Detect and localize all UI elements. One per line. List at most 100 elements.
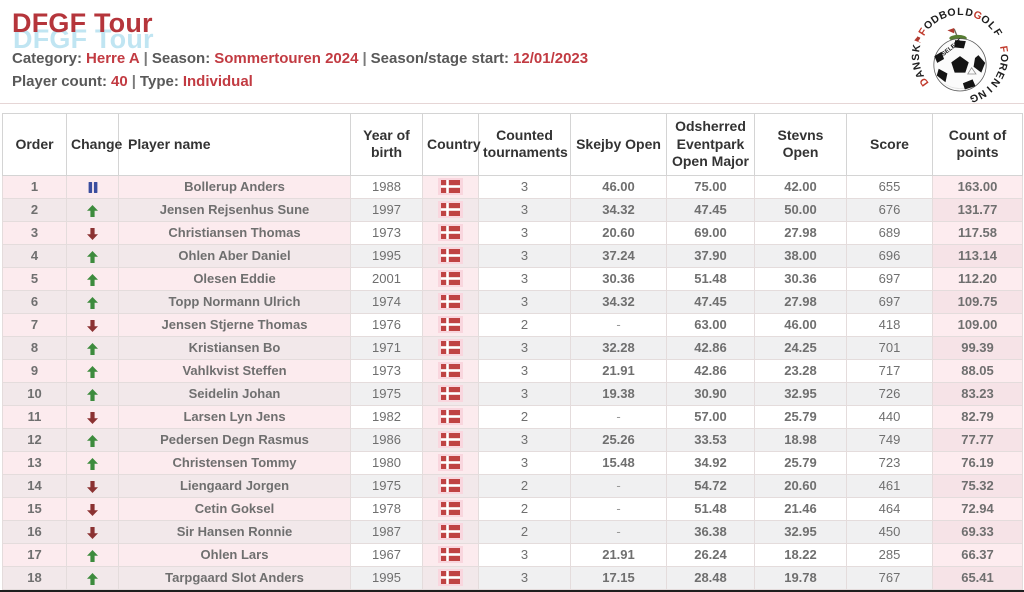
points-cell: 75.32 <box>932 473 1023 498</box>
counted-cell: 2 <box>478 519 571 544</box>
country-cell <box>422 519 479 544</box>
skejby-cell: 19.38 <box>570 381 667 406</box>
stage-start-value: 12/01/2023 <box>513 50 589 67</box>
odsherred-cell: 37.90 <box>666 243 755 268</box>
year-cell: 2001 <box>350 266 423 291</box>
player-count-label: Player count: <box>12 72 108 90</box>
name-cell: Seidelin Johan <box>118 381 351 406</box>
counted-cell: 3 <box>478 174 571 199</box>
points-cell: 65.41 <box>932 565 1023 590</box>
column-header-count-of-points[interactable]: Count of points <box>932 113 1023 176</box>
column-header-stevns-open[interactable]: Stevns Open <box>754 113 847 176</box>
country-cell <box>422 220 479 245</box>
table-row: 9 Vahlkvist Steffen 1973 3 21.91 42.86 23.28 71… <box>2 358 1023 383</box>
denmark-flag-icon <box>438 407 463 425</box>
skejby-cell: 17.15 <box>570 565 667 590</box>
denmark-flag-icon <box>438 453 463 471</box>
year-cell: 1995 <box>350 565 423 590</box>
logo-ring-letter: F <box>997 45 1010 54</box>
denmark-flag-icon <box>438 361 463 379</box>
denmark-flag-icon <box>438 200 463 218</box>
page: DFGF Tour DFGF Tour Category: Herre A | Sea… <box>0 0 1024 592</box>
table-row: 18 Tarpgaard Slot Anders 1995 3 17.15 28.48 19… <box>2 565 1023 590</box>
column-header-skejby-open[interactable]: Skejby Open <box>570 113 667 176</box>
counted-cell: 3 <box>478 565 571 590</box>
order-cell: 15 <box>2 496 67 521</box>
odsherred-cell: 28.48 <box>666 565 755 590</box>
table-row: 12 Pedersen Degn Rasmus 1986 3 25.26 33.53 18.… <box>2 427 1023 452</box>
name-cell: Pedersen Degn Rasmus <box>118 427 351 452</box>
column-header-player-name[interactable]: Player name <box>118 113 351 176</box>
name-cell: Bollerup Anders <box>118 174 351 199</box>
stevns-cell: 18.98 <box>754 427 847 452</box>
rank-up-icon <box>66 565 119 590</box>
name-cell: Topp Normann Ulrich <box>118 289 351 314</box>
rank-up-icon <box>66 358 119 383</box>
points-cell: 113.14 <box>932 243 1023 268</box>
order-cell: 11 <box>2 404 67 429</box>
category-value: Herre A <box>86 50 140 67</box>
column-header-change[interactable]: Change <box>66 113 122 176</box>
rank-up-icon <box>66 542 119 567</box>
denmark-flag-icon <box>438 545 463 563</box>
points-cell: 131.77 <box>932 197 1023 222</box>
order-cell: 1 <box>2 174 67 199</box>
name-cell: Jensen Rejsenhus Sune <box>118 197 351 222</box>
column-header-odsherred-eventpark-open-major[interactable]: Odsherred Eventpark Open Major <box>666 113 755 176</box>
points-cell: 112.20 <box>932 266 1023 291</box>
score-cell: 464 <box>846 496 933 521</box>
points-cell: 163.00 <box>932 174 1023 199</box>
year-cell: 1967 <box>350 542 423 567</box>
column-header-order[interactable]: Order <box>2 113 67 176</box>
rank-down-icon <box>66 519 119 544</box>
year-cell: 1982 <box>350 404 423 429</box>
skejby-cell: 15.48 <box>570 450 667 475</box>
odsherred-cell: 42.86 <box>666 335 755 360</box>
denmark-flag-icon <box>438 315 463 333</box>
rank-up-icon <box>66 427 119 452</box>
order-cell: 12 <box>2 427 67 452</box>
table-row: 15 Cetin Goksel 1978 2-51.48 21.46 464 72.94 <box>2 496 1023 521</box>
skejby-cell: - <box>570 519 667 544</box>
year-cell: 1976 <box>350 312 423 337</box>
stevns-cell: 24.25 <box>754 335 847 360</box>
year-cell: 1973 <box>350 358 423 383</box>
order-cell: 3 <box>2 220 67 245</box>
denmark-flag-icon <box>438 177 463 195</box>
column-header-score[interactable]: Score <box>846 113 933 176</box>
stevns-cell: 25.79 <box>754 450 847 475</box>
counted-cell: 2 <box>478 473 571 498</box>
skejby-cell: 30.36 <box>570 266 667 291</box>
points-cell: 88.05 <box>932 358 1023 383</box>
country-cell <box>422 450 479 475</box>
rank-down-icon <box>66 496 119 521</box>
skejby-cell: - <box>570 312 667 337</box>
name-cell: Larsen Lyn Jens <box>118 404 351 429</box>
stevns-cell: 23.28 <box>754 358 847 383</box>
dfgf-logo: D A N S K ⚑ F O D B O L D G O L F F O R E N I N G SELECT <box>902 0 1018 105</box>
odsherred-cell: 51.48 <box>666 266 755 291</box>
table-header-row: Order Change Player name Year of birth C… <box>2 113 1023 176</box>
order-cell: 16 <box>2 519 67 544</box>
score-cell: 723 <box>846 450 933 475</box>
season-label: Season: <box>151 50 211 67</box>
stevns-cell: 20.60 <box>754 473 847 498</box>
results-table: Order Change Player name Year of birth C… <box>2 113 1023 592</box>
denmark-flag-icon <box>438 522 463 540</box>
column-header-country[interactable]: Country <box>422 113 481 176</box>
points-cell: 69.33 <box>932 519 1023 544</box>
rank-down-icon <box>66 220 119 245</box>
skejby-cell: - <box>570 404 667 429</box>
score-cell: 285 <box>846 542 933 567</box>
column-header-year-of-birth[interactable]: Year of birth <box>350 113 423 176</box>
stevns-cell: 21.46 <box>754 496 847 521</box>
column-header-counted-tournaments[interactable]: Counted tournaments <box>478 113 571 176</box>
score-cell: 676 <box>846 197 933 222</box>
rank-down-icon <box>66 312 119 337</box>
counted-cell: 3 <box>478 266 571 291</box>
counted-cell: 3 <box>478 358 571 383</box>
skejby-cell: 37.24 <box>570 243 667 268</box>
table-row: 5 Olesen Eddie 2001 3 30.36 51.48 30.36 697 112.… <box>2 266 1023 291</box>
table-row: 10 Seidelin Johan 1975 3 19.38 30.90 32.95 726 8… <box>2 381 1023 406</box>
score-cell: 697 <box>846 266 933 291</box>
